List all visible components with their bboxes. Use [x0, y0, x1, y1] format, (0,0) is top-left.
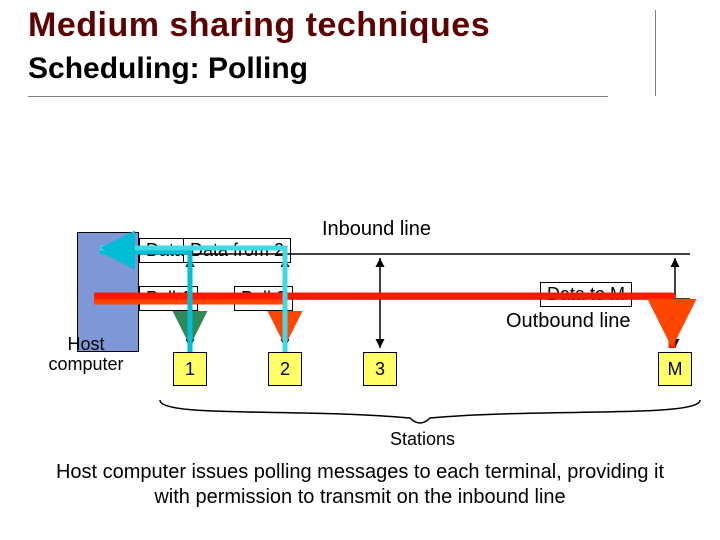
- header-vertical-rule: [655, 10, 656, 96]
- stations-label: Stations: [390, 429, 455, 450]
- station-1: 1: [173, 352, 207, 386]
- data-to-m-box: Data to M: [540, 282, 632, 307]
- header-horizontal-rule: [28, 96, 608, 97]
- page-subtitle: Scheduling: Polling: [28, 52, 308, 86]
- station-3: 3: [363, 352, 397, 386]
- station-m: M: [658, 352, 692, 386]
- poll-1-box: Poll 1: [139, 286, 198, 311]
- host-label-line2: computer: [48, 354, 123, 374]
- slide-caption: Host computer issues polling messages to…: [40, 460, 680, 510]
- inbound-line-label: Inbound line: [322, 218, 431, 241]
- station-2: 2: [268, 352, 302, 386]
- host-computer-label: Host computer: [36, 335, 136, 375]
- poll-2-box: Poll 2: [234, 286, 293, 311]
- host-label-line1: Host: [67, 334, 104, 354]
- page-title: Medium sharing techniques: [28, 6, 490, 45]
- outbound-line-label: Outbound line: [506, 310, 631, 333]
- data-from-2-box: Data from 2: [183, 238, 291, 263]
